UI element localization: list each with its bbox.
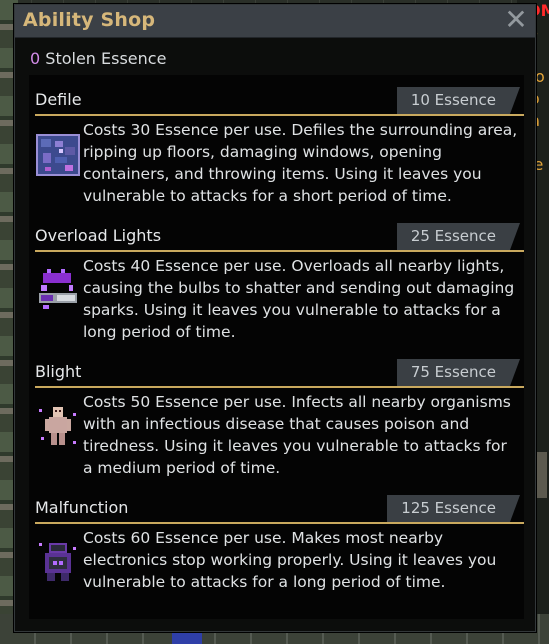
divider bbox=[35, 522, 524, 524]
divider bbox=[35, 250, 524, 252]
ability-description: Costs 30 Essence per use. Defiles the su… bbox=[83, 121, 518, 205]
stolen-essence-display: 0 Stolen Essence bbox=[30, 49, 166, 68]
ability-blight: Blight 75 Essence Costs 50 Essence per u… bbox=[29, 353, 524, 477]
ability-malfunction: Malfunction 125 Essence Costs 60 Essence… bbox=[29, 489, 524, 591]
floor-object bbox=[172, 630, 202, 644]
ability-description: Costs 60 Essence per use. Makes most nea… bbox=[83, 529, 497, 591]
malfunction-icon[interactable] bbox=[35, 537, 81, 589]
window-titlebar[interactable]: Ability Shop ✕ bbox=[15, 5, 535, 38]
ability-description: Costs 50 Essence per use. Infects all ne… bbox=[83, 393, 511, 477]
ability-description: Costs 40 Essence per use. Overloads all … bbox=[83, 257, 515, 341]
ability-overload-lights: Overload Lights 25 Essence Costs 40 Esse… bbox=[29, 217, 524, 341]
ability-list: Defile 10 Essence Costs 30 Essence per u… bbox=[29, 75, 524, 619]
close-icon[interactable]: ✕ bbox=[503, 5, 529, 35]
ability-header: Malfunction 125 Essence bbox=[29, 489, 524, 524]
window-title: Ability Shop bbox=[23, 9, 156, 31]
divider bbox=[35, 114, 524, 116]
ability-name: Blight bbox=[35, 362, 82, 381]
ability-header: Defile 10 Essence bbox=[29, 81, 524, 116]
blight-icon[interactable] bbox=[35, 401, 81, 453]
ability-name: Malfunction bbox=[35, 498, 129, 517]
ability-name: Overload Lights bbox=[35, 226, 162, 245]
ability-name: Defile bbox=[35, 90, 82, 109]
buy-malfunction-button[interactable]: 125 Essence bbox=[387, 495, 520, 522]
ability-header: Overload Lights 25 Essence bbox=[29, 217, 524, 252]
essence-label: Stolen Essence bbox=[45, 49, 167, 68]
divider bbox=[35, 386, 524, 388]
ability-defile: Defile 10 Essence Costs 30 Essence per u… bbox=[29, 81, 524, 205]
overload-lights-icon[interactable] bbox=[35, 265, 81, 317]
defile-icon[interactable] bbox=[35, 129, 81, 181]
essence-count: 0 bbox=[30, 49, 41, 68]
buy-overload-lights-button[interactable]: 25 Essence bbox=[396, 223, 521, 250]
ability-shop-window: Ability Shop ✕ 0 Stolen Essence Defile 1… bbox=[14, 4, 536, 632]
buy-blight-button[interactable]: 75 Essence bbox=[396, 359, 521, 386]
ability-header: Blight 75 Essence bbox=[29, 353, 524, 388]
buy-defile-button[interactable]: 10 Essence bbox=[396, 87, 521, 114]
